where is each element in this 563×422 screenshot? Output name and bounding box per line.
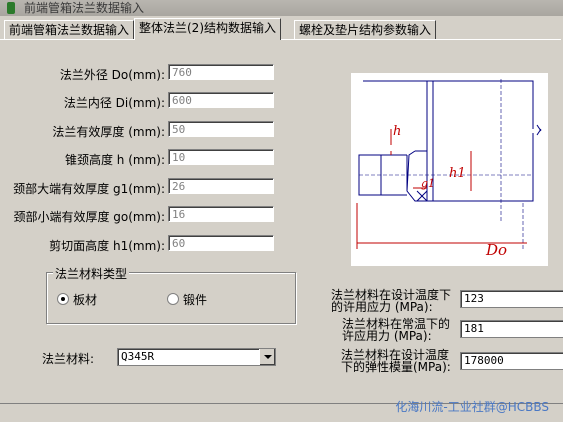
tab-bolt-gasket[interactable]: 螺栓及垫片结构参数输入 bbox=[294, 20, 437, 39]
label-h: h bbox=[393, 124, 401, 139]
window-title: 前端管箱法兰数据输入 bbox=[24, 1, 145, 15]
allowable-stress-ambient-label: 法兰材料在常温下的 许应用力 (MPa): bbox=[342, 318, 450, 342]
radio-forging-label[interactable]: 锻件 bbox=[183, 291, 207, 308]
app-icon bbox=[7, 2, 15, 14]
inner-diameter-label: 法兰内径 Di(mm): bbox=[63, 96, 165, 110]
thickness-label: 法兰有效厚度 (mm): bbox=[52, 125, 165, 139]
elastic-modulus-label-line2: 下的弹性模量(MPa): bbox=[341, 360, 451, 374]
elastic-modulus-input[interactable]: 178000 bbox=[460, 352, 563, 370]
shear-height-label: 剪切面高度 h1(mm): bbox=[49, 239, 165, 253]
radio-forging[interactable] bbox=[167, 293, 179, 305]
flange-diagram: h h1 g1 Do bbox=[351, 73, 548, 266]
allowable-stress-ambient-label-line2: 许应用力 (MPa): bbox=[342, 329, 432, 343]
hub-large-thickness-input[interactable]: 26 bbox=[168, 178, 274, 194]
label-g1: g1 bbox=[421, 177, 435, 190]
allowable-stress-design-label-line2: 的许用应力 (MPa): bbox=[331, 300, 433, 314]
outer-diameter-label: 法兰外径 Do(mm): bbox=[59, 68, 165, 82]
hub-large-thickness-label: 颈部大端有效厚度 g1(mm): bbox=[13, 182, 165, 196]
material-value: Q345R bbox=[121, 350, 155, 363]
hub-height-input[interactable]: 10 bbox=[168, 149, 274, 165]
allowable-stress-design-label: 法兰材料在设计温度下 的许用应力 (MPa): bbox=[331, 289, 451, 313]
tab-integral-flange[interactable]: 整体法兰(2)结构数据输入 bbox=[134, 18, 281, 40]
material-type-caption: 法兰材料类型 bbox=[53, 265, 130, 282]
tab-strip: 前端管箱法兰数据输入 整体法兰(2)结构数据输入 螺栓及垫片结构参数输入 bbox=[0, 18, 563, 40]
material-label: 法兰材料: bbox=[42, 352, 95, 366]
radio-plate-label[interactable]: 板材 bbox=[73, 291, 97, 308]
thickness-input[interactable]: 50 bbox=[168, 121, 274, 137]
allowable-stress-ambient-input[interactable]: 181 bbox=[460, 320, 563, 338]
chevron-down-icon[interactable] bbox=[259, 349, 275, 365]
radio-selected-dot bbox=[61, 297, 65, 301]
allowable-stress-design-input[interactable]: 123 bbox=[460, 290, 563, 308]
label-do: Do bbox=[485, 241, 507, 259]
tab-front-box-flange[interactable]: 前端管箱法兰数据输入 bbox=[4, 20, 135, 39]
material-select[interactable]: Q345R bbox=[117, 348, 276, 366]
inner-diameter-input[interactable]: 600 bbox=[168, 92, 274, 108]
watermark: 化海川流-工业社群@HCBBS bbox=[395, 400, 549, 414]
shear-height-input[interactable]: 60 bbox=[168, 235, 274, 251]
elastic-modulus-label: 法兰材料在设计温度 下的弹性模量(MPa): bbox=[341, 349, 451, 373]
hub-height-label: 锥颈高度 h (mm): bbox=[64, 153, 165, 167]
hub-small-thickness-input[interactable]: 16 bbox=[168, 206, 274, 222]
flange-drawing: h h1 g1 Do bbox=[356, 79, 542, 259]
radio-plate[interactable] bbox=[57, 293, 69, 305]
material-type-group: 法兰材料类型 板材 锻件 bbox=[46, 265, 296, 324]
label-h1: h1 bbox=[449, 166, 466, 181]
hub-small-thickness-label: 颈部小端有效厚度 go(mm): bbox=[13, 210, 165, 224]
outer-diameter-input[interactable]: 760 bbox=[168, 64, 274, 80]
title-bar: 前端管箱法兰数据输入 bbox=[0, 0, 563, 16]
